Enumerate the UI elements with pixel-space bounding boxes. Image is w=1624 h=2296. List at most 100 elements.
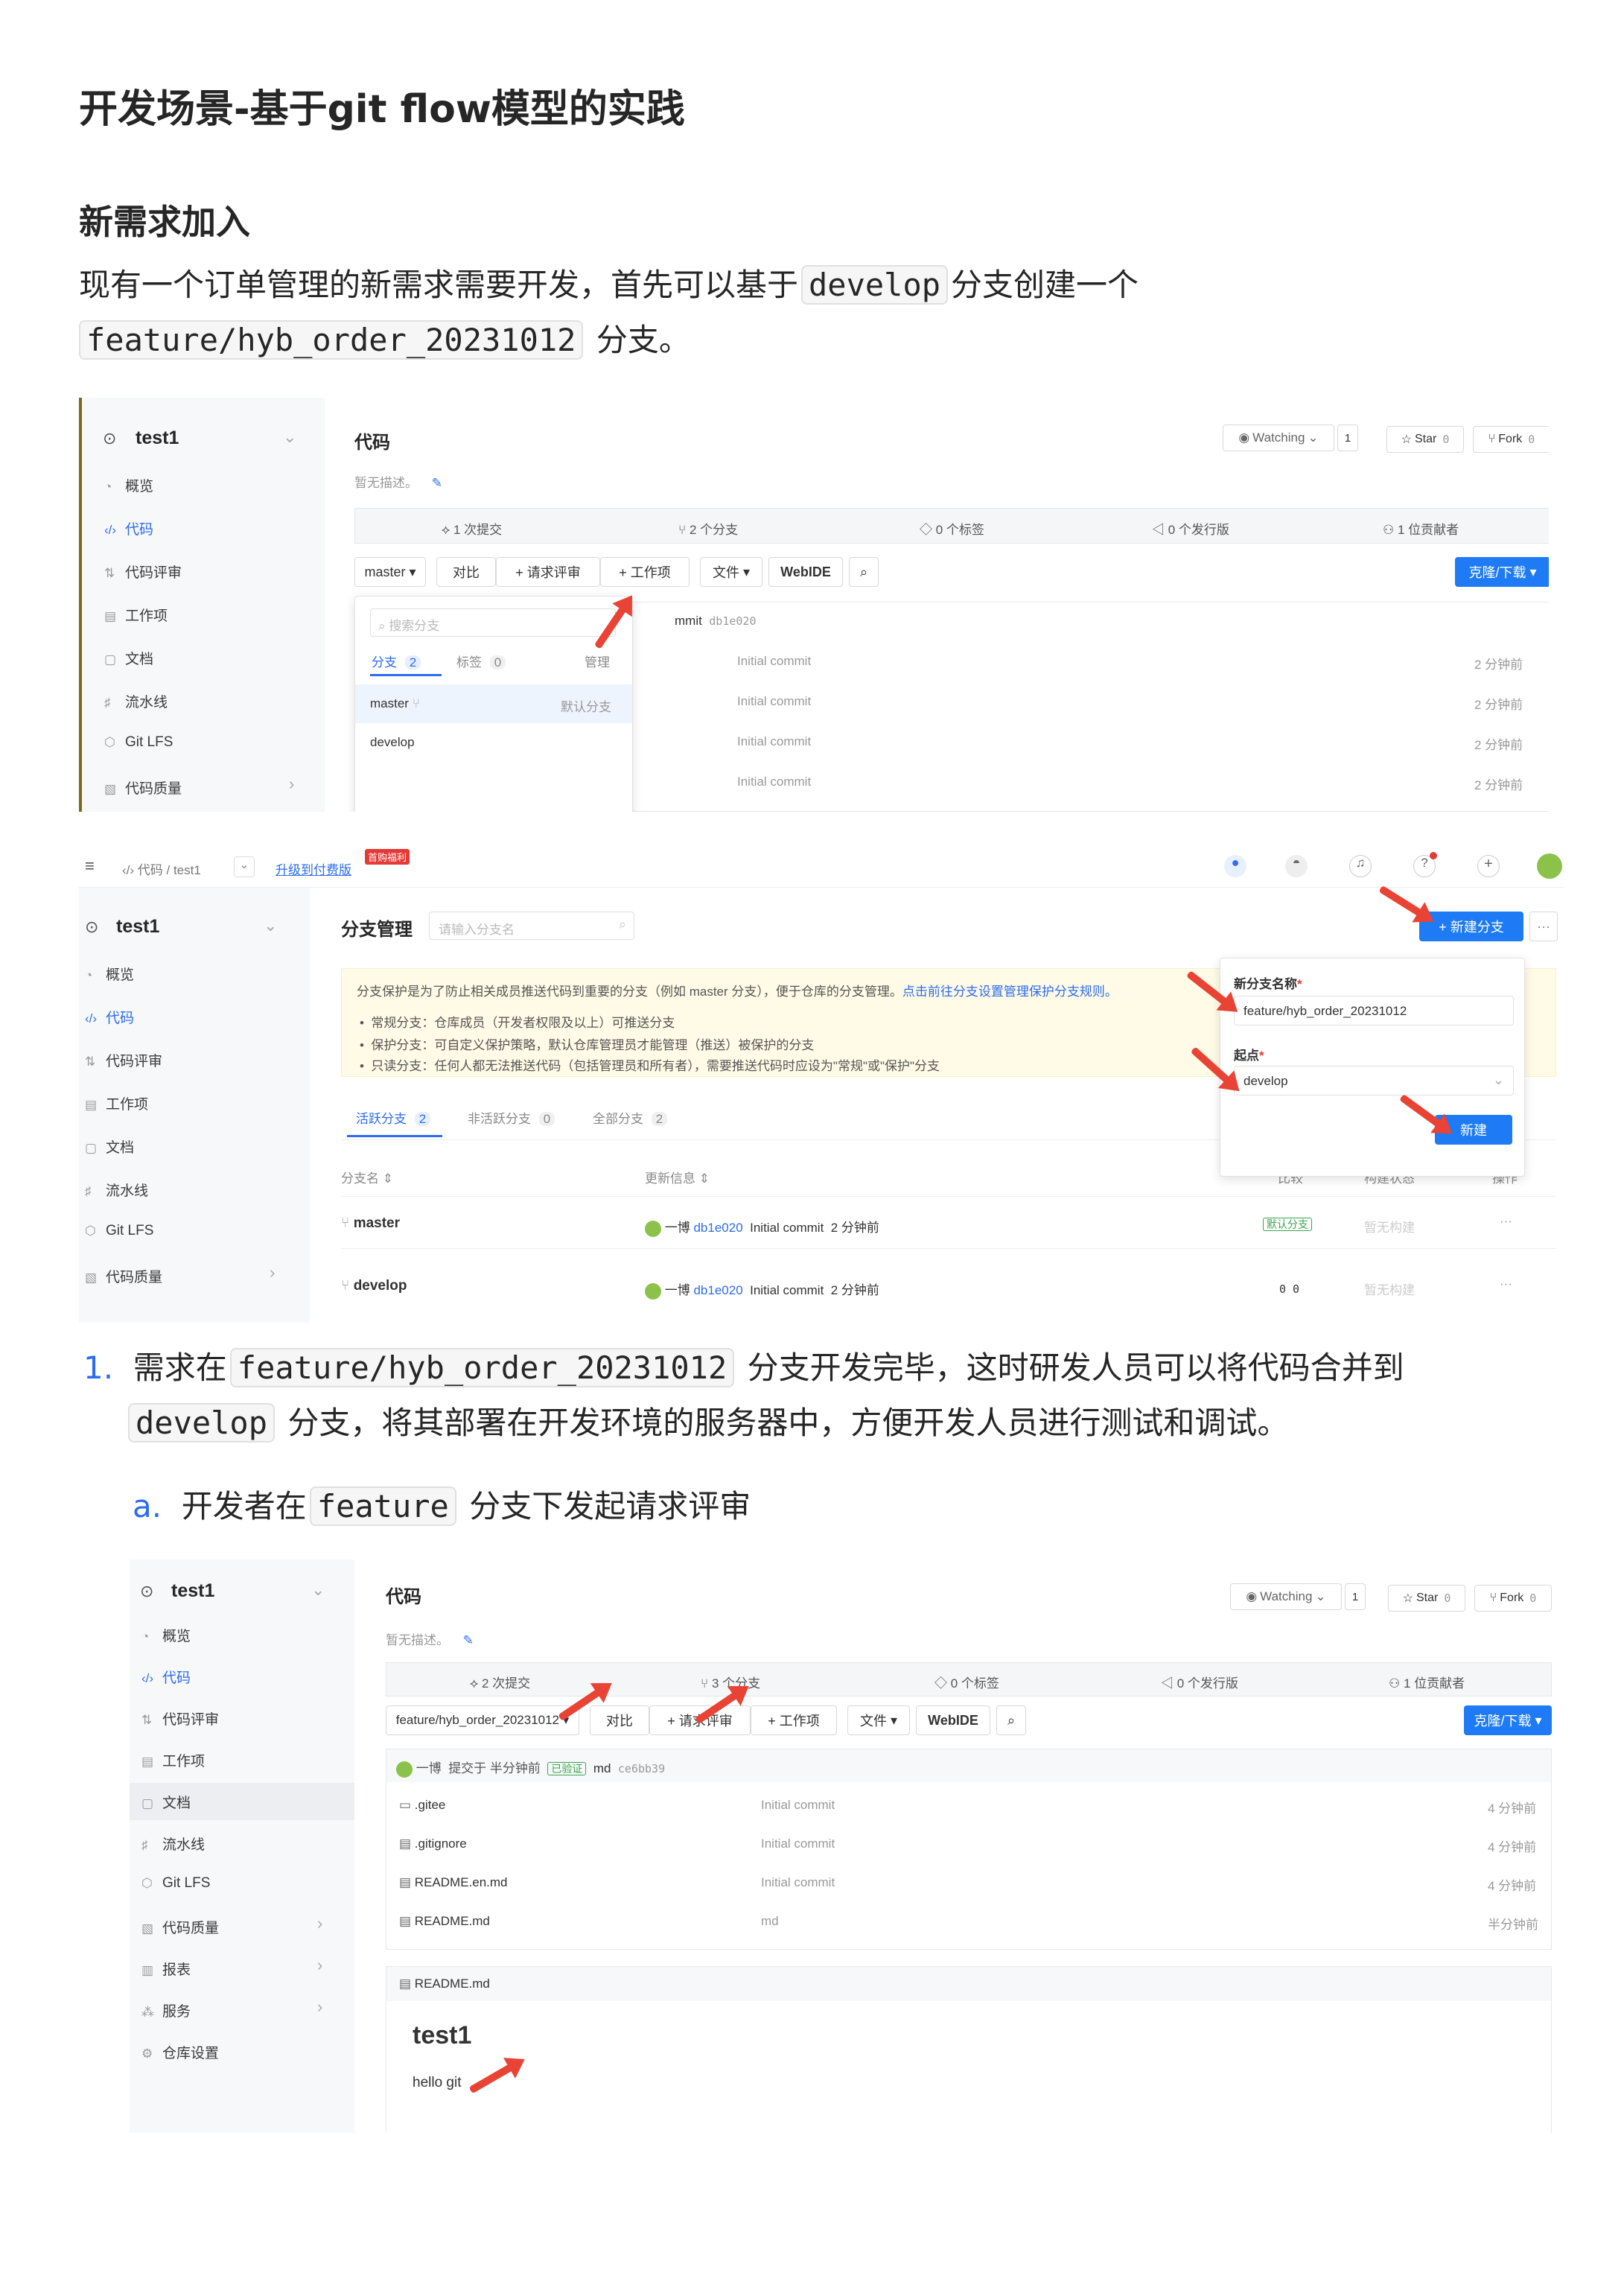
bell-icon[interactable]: ♫	[1349, 855, 1372, 877]
sidebar-item-review[interactable]: ⇅ 代码评审	[141, 1708, 219, 1729]
compare-button[interactable]: 对比	[436, 557, 496, 587]
file-row[interactable]: ▤ README.en.md	[399, 1875, 508, 1890]
dropdown-item-develop[interactable]: develop	[370, 735, 415, 750]
branch-row-master[interactable]: ⑂ master	[341, 1215, 400, 1232]
sidebar-item-code[interactable]: ‹/› 代码	[104, 518, 153, 538]
workitem-button[interactable]: + 工作项	[600, 557, 690, 587]
workitem-button[interactable]: + 工作项	[751, 1705, 837, 1735]
sidebar-item-gitlfs[interactable]: ⬡ Git LFS	[104, 734, 173, 751]
sidebar-item-docs[interactable]: ▢ 文档	[104, 648, 153, 668]
sidebar-item-overview[interactable]: ◔ 概览	[141, 1625, 191, 1645]
sidebar-item-quality[interactable]: ▧ 代码质量	[85, 1266, 162, 1286]
search-icon[interactable]: ⌕	[849, 557, 879, 587]
sidebar-item-reports[interactable]: ▥ 报表	[141, 1959, 191, 1979]
contributors-stat[interactable]: ⚇ 1 位贡献者	[1383, 519, 1459, 538]
protection-settings-link[interactable]: 点击前往分支设置管理保护分支规则。	[902, 985, 1118, 999]
sidebar-item-pipeline[interactable]: ♯ 流水线	[85, 1180, 148, 1200]
sidebar-item-pipeline[interactable]: ♯ 流水线	[104, 691, 168, 711]
releases-stat[interactable]: ◁ 0 个发行版	[1161, 1673, 1238, 1691]
tags-stat[interactable]: ◇ 0 个标签	[934, 1673, 999, 1691]
sidebar-item-quality[interactable]: ▧ 代码质量	[141, 1917, 219, 1937]
fork-button[interactable]: ⑂ Fork 0	[1473, 426, 1549, 453]
commits-stat[interactable]: ⟡ 1 次提交	[442, 519, 502, 538]
sidebar-item-gitlfs[interactable]: ⬡ Git LFS	[85, 1223, 153, 1239]
sidebar-item-code[interactable]: ‹/› 代码	[85, 1007, 134, 1027]
file-menu-button[interactable]: 文件 ▾	[700, 557, 762, 587]
branch-row-develop[interactable]: ⑂ develop	[341, 1278, 407, 1294]
sidebar-item-workitems[interactable]: ▤ 工作项	[141, 1750, 205, 1770]
dropdown-item-master[interactable]: master ⑂ 默认分支	[355, 684, 632, 723]
tab-all-branches[interactable]: 全部分支 2	[593, 1108, 668, 1127]
sidebar-item-pipeline[interactable]: ♯ 流水线	[141, 1834, 205, 1854]
tab-inactive-branches[interactable]: 非活跃分支 0	[468, 1108, 555, 1127]
chevron-down-icon[interactable]: ⌄	[283, 427, 296, 447]
sidebar-item-quality[interactable]: ▧ 代码质量	[104, 777, 182, 798]
avatar[interactable]	[1537, 853, 1562, 879]
sidebar-item-review[interactable]: ⇅ 代码评审	[104, 562, 182, 582]
upgrade-link[interactable]: 升级到付费版	[276, 859, 351, 878]
tags-stat[interactable]: ◇ 0 个标签	[920, 519, 984, 538]
fire-icon[interactable]: ◓	[1285, 855, 1308, 877]
file-row[interactable]: ▭ .gitee	[399, 1798, 445, 1813]
sidebar-item-gitlfs[interactable]: ⬡ Git LFS	[141, 1875, 210, 1892]
sidebar-item-workitems[interactable]: ▤ 工作项	[85, 1093, 148, 1113]
branch-search-input[interactable]: 请输入分支名 ⌕	[429, 912, 634, 940]
star-button[interactable]: ☆ Star 0	[1388, 1585, 1465, 1612]
back-icon[interactable]: ⊙	[85, 918, 98, 937]
chevron-down-icon[interactable]: ⌄	[234, 856, 255, 877]
branch-selector[interactable]: master ▾	[354, 557, 426, 587]
webide-button[interactable]: WebIDE	[768, 557, 843, 587]
branch-selector[interactable]: feature/hyb_order_20231012 ▾	[386, 1705, 579, 1735]
watching-button[interactable]: ◉ Watching ⌄	[1230, 1583, 1342, 1610]
manage-link[interactable]: 管理	[585, 652, 610, 670]
contributors-stat[interactable]: ⚇ 1 位贡献者	[1389, 1673, 1465, 1691]
chevron-right-icon[interactable]: ›	[317, 1997, 322, 2017]
back-icon[interactable]: ⊙	[103, 429, 116, 448]
file-row[interactable]: ▤ .gitignore	[399, 1837, 467, 1851]
watching-button[interactable]: ◉ Watching ⌄	[1223, 424, 1334, 451]
releases-stat[interactable]: ◁ 0 个发行版	[1152, 519, 1229, 538]
chevron-down-icon[interactable]: ⌄	[264, 916, 277, 935]
sidebar-item-review[interactable]: ⇅ 代码评审	[85, 1050, 162, 1070]
file-menu-button[interactable]: 文件 ▾	[847, 1705, 910, 1735]
webide-button[interactable]: WebIDE	[916, 1705, 990, 1735]
add-icon[interactable]: +	[1477, 855, 1500, 877]
more-icon[interactable]: ···	[1529, 912, 1558, 941]
chevron-right-icon[interactable]: ›	[317, 1956, 322, 1975]
sidebar-item-settings[interactable]: ⚙ 仓库设置	[141, 2042, 219, 2062]
sidebar-item-overview[interactable]: ◔ 概览	[85, 964, 134, 984]
merge-request-button[interactable]: + 请求评审	[496, 557, 600, 587]
col-branch-name[interactable]: 分支名 ⇕	[341, 1168, 393, 1186]
edit-icon[interactable]: ✎	[432, 476, 442, 490]
compare-button[interactable]: 对比	[590, 1705, 649, 1735]
sidebar-item-workitems[interactable]: ▤ 工作项	[104, 605, 168, 625]
star-button[interactable]: ☆ Star 0	[1386, 426, 1464, 453]
branches-stat[interactable]: ⑂ 2 个分支	[678, 519, 738, 538]
chevron-down-icon[interactable]: ⌄	[311, 1580, 325, 1600]
tab-active-branches[interactable]: 活跃分支 2	[356, 1108, 431, 1127]
chevron-right-icon[interactable]: ›	[270, 1263, 275, 1282]
new-branch-name-input[interactable]: feature/hyb_order_20231012	[1234, 996, 1514, 1025]
search-icon[interactable]: ⌕	[996, 1705, 1026, 1735]
sidebar-item-docs[interactable]: ▢ 文档	[85, 1136, 134, 1157]
more-icon[interactable]: ···	[1500, 1214, 1512, 1229]
back-icon[interactable]: ⊙	[140, 1582, 153, 1601]
tab-tags[interactable]: 标签 0	[456, 652, 506, 670]
sidebar-item-docs[interactable]: ▢ 文档	[141, 1792, 191, 1812]
menu-icon[interactable]: ≡	[85, 856, 95, 876]
file-row[interactable]: ▤ README.md	[399, 1914, 490, 1929]
col-update-info[interactable]: 更新信息 ⇕	[645, 1168, 710, 1186]
sidebar-item-code[interactable]: ‹/› 代码	[141, 1667, 191, 1687]
more-icon[interactable]: ···	[1500, 1276, 1512, 1291]
branch-search-input[interactable]: ⌕ 搜索分支	[370, 608, 616, 637]
chevron-right-icon[interactable]: ›	[317, 1914, 322, 1933]
tab-branches[interactable]: 分支 2	[372, 652, 421, 670]
chevron-right-icon[interactable]: ›	[289, 775, 294, 794]
edit-icon[interactable]: ✎	[463, 1633, 474, 1647]
clone-download-button[interactable]: 克隆/下载 ▾	[1464, 1705, 1552, 1735]
sidebar-item-services[interactable]: ⁂ 服务	[141, 2000, 191, 2020]
source-branch-select[interactable]: develop ⌄	[1234, 1066, 1514, 1095]
chat-icon[interactable]: ●	[1224, 855, 1246, 877]
fork-button[interactable]: ⑂ Fork 0	[1474, 1585, 1552, 1612]
clone-download-button[interactable]: 克隆/下载 ▾	[1455, 557, 1549, 587]
